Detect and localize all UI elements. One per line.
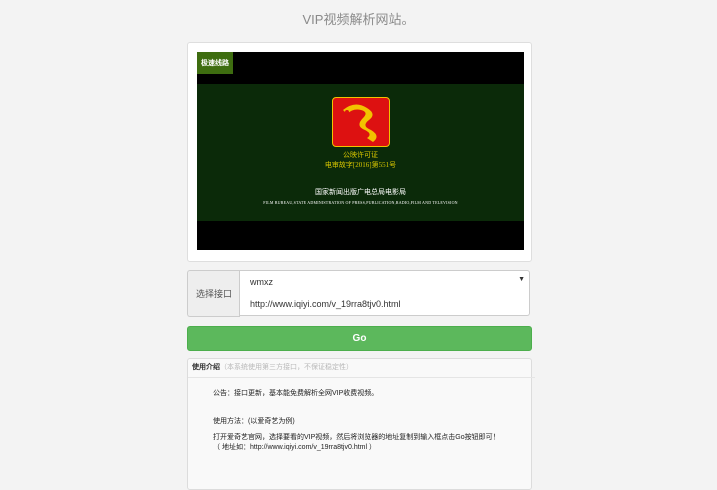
intro-heading: 使用介绍 — [192, 364, 220, 371]
intro-header: 使用介绍（本系统使用第三方接口，不保证稳定性） — [188, 359, 535, 378]
certificate-number: 电审故字[2016]第551号 — [324, 161, 397, 169]
method-example: （ 地址如：http://www.iqiyi.com/v_19rra8tjv0.… — [213, 444, 376, 451]
go-button[interactable]: Go — [187, 326, 532, 351]
video-url-input[interactable]: http://www.iqiyi.com/v_19rra8tjv0.html — [239, 293, 530, 316]
video-player[interactable]: 公映许可证 电审故字[2016]第551号 国家新闻出版广电总局电影局 FILM… — [197, 52, 524, 250]
line-tag: 极速线路 — [197, 52, 233, 74]
method-step: 打开爱奇艺官网，选择要看的VIP视频，然后将浏览器的地址复制到输入框点击Go按钮… — [213, 434, 500, 441]
certificate-title: 公映许可证 — [343, 151, 378, 159]
bureau-name-en: FILM BUREAU,STATE ADMINISTRATION OF PRES… — [263, 200, 458, 205]
page-title: VIP视频解析网站。 — [302, 12, 415, 27]
chevron-down-icon: ▼ — [518, 276, 525, 283]
video-frame: 公映许可证 电审故字[2016]第551号 国家新闻出版广电总局电影局 FILM… — [197, 84, 524, 221]
interface-label: 选择接口 — [187, 270, 240, 317]
notice-text: 公告：接口更新，基本能免费解析全网VIP收费视频。 — [213, 390, 379, 397]
dragon-logo-icon — [332, 97, 390, 147]
method-title: 使用方法：(以爱奇艺为例) — [213, 418, 295, 425]
intro-subheading: （本系统使用第三方接口，不保证稳定性） — [220, 364, 353, 371]
selected-interface: wmxz — [250, 277, 273, 287]
video-player-card: 公映许可证 电审故字[2016]第551号 国家新闻出版广电总局电影局 FILM… — [187, 42, 532, 262]
video-url-value: http://www.iqiyi.com/v_19rra8tjv0.html — [250, 299, 401, 309]
bureau-name-cn: 国家新闻出版广电总局电影局 — [315, 188, 406, 196]
parse-form: 选择接口 wmxz ▼ http://www.iqiyi.com/v_19rra… — [187, 270, 530, 317]
interface-select[interactable]: wmxz ▼ — [239, 270, 530, 294]
usage-intro-panel: 使用介绍（本系统使用第三方接口，不保证稳定性） 公告：接口更新，基本能免费解析全… — [187, 358, 535, 490]
